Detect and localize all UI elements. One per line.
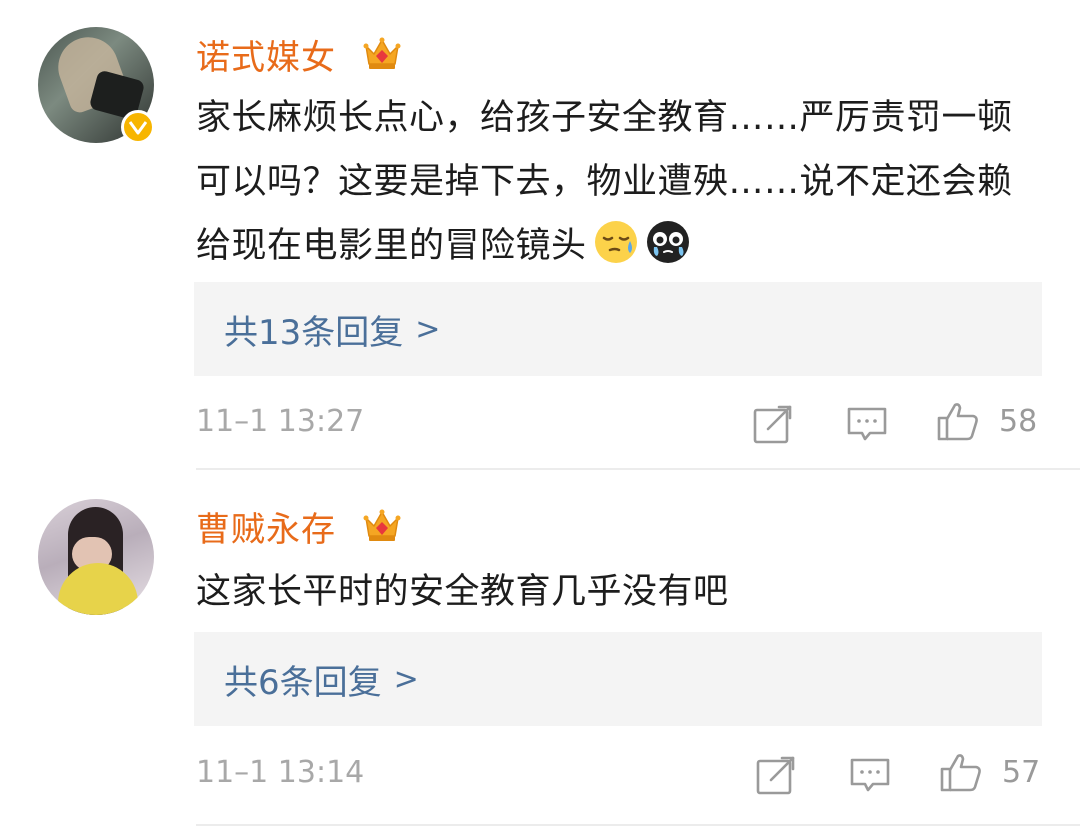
crown-vip-icon [363, 37, 401, 69]
comment-item-2: 曹贼永存 这家长平时的安全教育几乎没有吧 共6条回复 > 11–1 13:14 … [0, 470, 1080, 826]
replies-link[interactable]: 共13条回复 > [194, 282, 1042, 376]
share-icon[interactable] [755, 754, 797, 796]
comment-text: 这家长平时的安全教育几乎没有吧 [196, 560, 1046, 624]
like-count: 58 [999, 404, 1038, 439]
like-count: 57 [1002, 755, 1041, 790]
chevron-right-icon: > [415, 311, 441, 347]
comment-icon[interactable] [849, 754, 891, 796]
verified-badge-icon [121, 110, 155, 144]
crown-vip-icon [363, 509, 401, 541]
comment-text: 家长麻烦长点心，给孩子安全教育……严厉责罚一顿可以吗？这要是掉下去，物业遭殃……… [196, 86, 1046, 278]
avatar[interactable] [38, 499, 154, 615]
chevron-right-icon: > [393, 661, 419, 697]
crying-dark-emoji-icon [646, 221, 689, 263]
comment-body: 这家长平时的安全教育几乎没有吧 [196, 572, 729, 612]
sweat-face-emoji-icon [594, 221, 637, 263]
username[interactable]: 曹贼永存 [196, 502, 336, 551]
share-icon[interactable] [752, 403, 794, 445]
comment-item-1: 诺式媒女 家长麻烦长点心，给孩子安全教育……严厉责罚一顿可以吗？这要是掉下去，物… [0, 0, 1080, 470]
replies-link[interactable]: 共6条回复 > [194, 632, 1042, 726]
timestamp: 11–1 13:27 [196, 404, 365, 439]
replies-label: 共13条回复 [224, 312, 404, 353]
thumbs-up-icon[interactable] [940, 751, 982, 793]
thumbs-up-icon[interactable] [937, 400, 979, 442]
replies-label: 共6条回复 [224, 662, 382, 703]
username[interactable]: 诺式媒女 [196, 30, 336, 79]
timestamp: 11–1 13:14 [196, 755, 365, 790]
comment-icon[interactable] [846, 403, 888, 445]
